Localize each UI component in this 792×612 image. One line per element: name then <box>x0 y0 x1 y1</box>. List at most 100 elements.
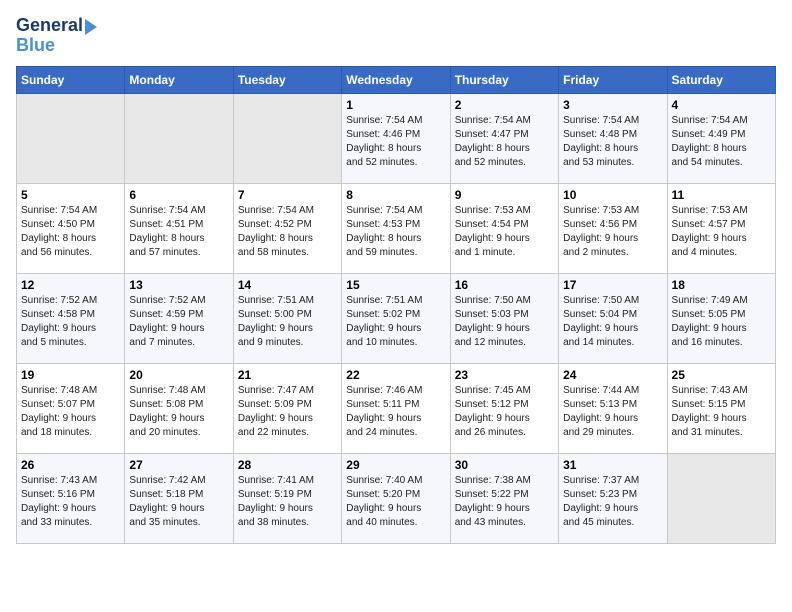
week-row: 1Sunrise: 7:54 AM Sunset: 4:46 PM Daylig… <box>17 93 776 183</box>
logo-blue: Blue <box>16 36 55 56</box>
day-number: 4 <box>672 98 771 112</box>
calendar-cell: 23 Sunrise: 7:45 AM Sunset: 5:12 PM Dayli… <box>450 363 558 453</box>
calendar-cell <box>17 93 125 183</box>
calendar-cell: 25 Sunrise: 7:43 AM Sunset: 5:15 PM Dayli… <box>667 363 775 453</box>
calendar-cell: 21Sunrise: 7:47 AM Sunset: 5:09 PM Dayli… <box>233 363 341 453</box>
day-info: Sunrise: 7:42 AM Sunset: 5:18 PM Dayligh… <box>129 474 228 530</box>
calendar-cell: 7Sunrise: 7:54 AM Sunset: 4:52 PM Daylig… <box>233 183 341 273</box>
calendar-cell: 14 Sunrise: 7:51 AM Sunset: 5:00 PM Dayli… <box>233 273 341 363</box>
day-info: Sunrise: 7:43 AM Sunset: 5:15 PM Dayligh… <box>672 384 771 440</box>
calendar-cell: 24 Sunrise: 7:44 AM Sunset: 5:13 PM Dayli… <box>559 363 667 453</box>
calendar-cell: 9 Sunrise: 7:53 AM Sunset: 4:54 PM Daylig… <box>450 183 558 273</box>
day-info: Sunrise: 7:54 AM Sunset: 4:49 PM Dayligh… <box>672 114 771 170</box>
day-number: 26 <box>21 458 120 472</box>
calendar-cell: 6 Sunrise: 7:54 AM Sunset: 4:51 PM Daylig… <box>125 183 233 273</box>
header-thursday: Thursday <box>450 66 558 93</box>
header-row: SundayMondayTuesdayWednesdayThursdayFrid… <box>17 66 776 93</box>
day-info: Sunrise: 7:53 AM Sunset: 4:54 PM Dayligh… <box>455 204 554 260</box>
day-info: Sunrise: 7:54 AM Sunset: 4:48 PM Dayligh… <box>563 114 662 170</box>
calendar-cell: 31 Sunrise: 7:37 AM Sunset: 5:23 PM Dayli… <box>559 453 667 543</box>
week-row: 5 Sunrise: 7:54 AM Sunset: 4:50 PM Daylig… <box>17 183 776 273</box>
day-number: 30 <box>455 458 554 472</box>
day-number: 7 <box>238 188 337 202</box>
day-info: Sunrise: 7:51 AM Sunset: 5:00 PM Dayligh… <box>238 294 337 350</box>
day-info: Sunrise: 7:41 AM Sunset: 5:19 PM Dayligh… <box>238 474 337 530</box>
calendar-cell <box>125 93 233 183</box>
week-row: 26 Sunrise: 7:43 AM Sunset: 5:16 PM Dayli… <box>17 453 776 543</box>
day-number: 27 <box>129 458 228 472</box>
calendar-cell: 27 Sunrise: 7:42 AM Sunset: 5:18 PM Dayli… <box>125 453 233 543</box>
calendar-cell: 11 Sunrise: 7:53 AM Sunset: 4:57 PM Dayli… <box>667 183 775 273</box>
day-info: Sunrise: 7:44 AM Sunset: 5:13 PM Dayligh… <box>563 384 662 440</box>
day-info: Sunrise: 7:54 AM Sunset: 4:46 PM Dayligh… <box>346 114 445 170</box>
calendar-cell: 29 Sunrise: 7:40 AM Sunset: 5:20 PM Dayli… <box>342 453 450 543</box>
day-number: 25 <box>672 368 771 382</box>
day-info: Sunrise: 7:37 AM Sunset: 5:23 PM Dayligh… <box>563 474 662 530</box>
day-number: 16 <box>455 278 554 292</box>
header-friday: Friday <box>559 66 667 93</box>
calendar-cell: 18Sunrise: 7:49 AM Sunset: 5:05 PM Dayli… <box>667 273 775 363</box>
day-info: Sunrise: 7:50 AM Sunset: 5:04 PM Dayligh… <box>563 294 662 350</box>
header-sunday: Sunday <box>17 66 125 93</box>
calendar-cell: 20 Sunrise: 7:48 AM Sunset: 5:08 PM Dayli… <box>125 363 233 453</box>
calendar-cell: 28 Sunrise: 7:41 AM Sunset: 5:19 PM Dayli… <box>233 453 341 543</box>
week-row: 12 Sunrise: 7:52 AM Sunset: 4:58 PM Dayli… <box>17 273 776 363</box>
header-tuesday: Tuesday <box>233 66 341 93</box>
day-number: 15 <box>346 278 445 292</box>
logo-arrow-icon <box>85 19 97 35</box>
day-info: Sunrise: 7:54 AM Sunset: 4:50 PM Dayligh… <box>21 204 120 260</box>
day-info: Sunrise: 7:54 AM Sunset: 4:51 PM Dayligh… <box>129 204 228 260</box>
calendar-cell: 4 Sunrise: 7:54 AM Sunset: 4:49 PM Daylig… <box>667 93 775 183</box>
day-info: Sunrise: 7:47 AM Sunset: 5:09 PM Dayligh… <box>238 384 337 440</box>
calendar-cell: 3Sunrise: 7:54 AM Sunset: 4:48 PM Daylig… <box>559 93 667 183</box>
calendar-cell: 12 Sunrise: 7:52 AM Sunset: 4:58 PM Dayli… <box>17 273 125 363</box>
calendar-cell: 22 Sunrise: 7:46 AM Sunset: 5:11 PM Dayli… <box>342 363 450 453</box>
calendar-cell: 16 Sunrise: 7:50 AM Sunset: 5:03 PM Dayli… <box>450 273 558 363</box>
day-number: 20 <box>129 368 228 382</box>
day-info: Sunrise: 7:38 AM Sunset: 5:22 PM Dayligh… <box>455 474 554 530</box>
day-number: 23 <box>455 368 554 382</box>
day-number: 11 <box>672 188 771 202</box>
day-number: 17 <box>563 278 662 292</box>
calendar-cell: 19Sunrise: 7:48 AM Sunset: 5:07 PM Dayli… <box>17 363 125 453</box>
day-number: 5 <box>21 188 120 202</box>
day-info: Sunrise: 7:46 AM Sunset: 5:11 PM Dayligh… <box>346 384 445 440</box>
header-saturday: Saturday <box>667 66 775 93</box>
calendar-cell: 2Sunrise: 7:54 AM Sunset: 4:47 PM Daylig… <box>450 93 558 183</box>
week-row: 19Sunrise: 7:48 AM Sunset: 5:07 PM Dayli… <box>17 363 776 453</box>
day-number: 14 <box>238 278 337 292</box>
day-number: 29 <box>346 458 445 472</box>
calendar-cell: 8 Sunrise: 7:54 AM Sunset: 4:53 PM Daylig… <box>342 183 450 273</box>
day-number: 12 <box>21 278 120 292</box>
day-number: 28 <box>238 458 337 472</box>
day-number: 24 <box>563 368 662 382</box>
day-info: Sunrise: 7:48 AM Sunset: 5:08 PM Dayligh… <box>129 384 228 440</box>
day-number: 8 <box>346 188 445 202</box>
day-info: Sunrise: 7:52 AM Sunset: 4:59 PM Dayligh… <box>129 294 228 350</box>
day-info: Sunrise: 7:52 AM Sunset: 4:58 PM Dayligh… <box>21 294 120 350</box>
day-info: Sunrise: 7:53 AM Sunset: 4:57 PM Dayligh… <box>672 204 771 260</box>
day-info: Sunrise: 7:53 AM Sunset: 4:56 PM Dayligh… <box>563 204 662 260</box>
day-number: 22 <box>346 368 445 382</box>
day-number: 6 <box>129 188 228 202</box>
day-number: 13 <box>129 278 228 292</box>
header-monday: Monday <box>125 66 233 93</box>
day-info: Sunrise: 7:45 AM Sunset: 5:12 PM Dayligh… <box>455 384 554 440</box>
calendar-cell <box>233 93 341 183</box>
calendar-cell: 15 Sunrise: 7:51 AM Sunset: 5:02 PM Dayli… <box>342 273 450 363</box>
page-header: General Blue <box>16 16 776 56</box>
day-number: 19 <box>21 368 120 382</box>
day-info: Sunrise: 7:40 AM Sunset: 5:20 PM Dayligh… <box>346 474 445 530</box>
day-number: 31 <box>563 458 662 472</box>
day-info: Sunrise: 7:50 AM Sunset: 5:03 PM Dayligh… <box>455 294 554 350</box>
calendar-cell: 13 Sunrise: 7:52 AM Sunset: 4:59 PM Dayli… <box>125 273 233 363</box>
calendar-cell: 10Sunrise: 7:53 AM Sunset: 4:56 PM Dayli… <box>559 183 667 273</box>
day-number: 18 <box>672 278 771 292</box>
day-info: Sunrise: 7:54 AM Sunset: 4:53 PM Dayligh… <box>346 204 445 260</box>
calendar-cell: 26 Sunrise: 7:43 AM Sunset: 5:16 PM Dayli… <box>17 453 125 543</box>
calendar-cell: 5 Sunrise: 7:54 AM Sunset: 4:50 PM Daylig… <box>17 183 125 273</box>
day-info: Sunrise: 7:43 AM Sunset: 5:16 PM Dayligh… <box>21 474 120 530</box>
calendar-cell: 30 Sunrise: 7:38 AM Sunset: 5:22 PM Dayli… <box>450 453 558 543</box>
day-info: Sunrise: 7:51 AM Sunset: 5:02 PM Dayligh… <box>346 294 445 350</box>
day-number: 9 <box>455 188 554 202</box>
